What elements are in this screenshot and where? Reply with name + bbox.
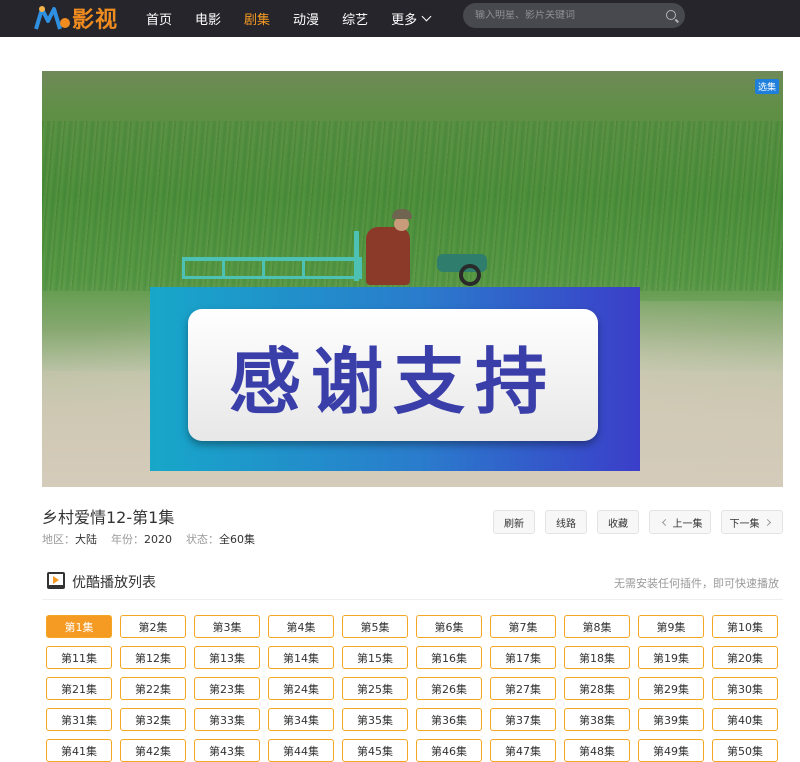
episode-button[interactable]: 第42集 [120,739,186,762]
nav-item-5[interactable]: 更多 [391,9,432,28]
search-box [463,3,685,28]
episode-button[interactable]: 第30集 [712,677,778,700]
logo-icon [34,6,70,30]
episode-button[interactable]: 第25集 [342,677,408,700]
thanks-text: 感谢支持 [228,339,557,424]
video-meta: 地区：大陆 年份：2020 状态：全60集 [42,531,269,547]
episode-button[interactable]: 第50集 [712,739,778,762]
meta-year: 年份：2020 [111,533,172,546]
episode-button[interactable]: 第27集 [490,677,556,700]
episode-button[interactable]: 第26集 [416,677,482,700]
nav-item-2[interactable]: 剧集 [244,9,270,28]
thanks-overlay: 感谢支持 [150,287,640,471]
meta-region: 地区：大陆 [42,533,97,546]
episode-button[interactable]: 第40集 [712,708,778,731]
episode-button[interactable]: 第19集 [638,646,704,669]
playlist-header: 优酷播放列表 无需安装任何插件，即可快速播放 [42,570,783,600]
top-navbar: 影视 首页 电影 剧集 动漫 综艺 更多 [0,0,800,37]
search-icon[interactable] [666,10,676,20]
episode-button[interactable]: 第22集 [120,677,186,700]
select-episode-button[interactable]: 选集 [754,79,779,94]
episode-button[interactable]: 第46集 [416,739,482,762]
nav-item-3[interactable]: 动漫 [293,9,319,28]
episode-button[interactable]: 第2集 [120,615,186,638]
episode-button[interactable]: 第37集 [490,708,556,731]
nav-item-1[interactable]: 电影 [195,9,221,28]
meta-status: 状态：全60集 [186,533,255,546]
episode-button[interactable]: 第18集 [564,646,630,669]
nav-item-label: 综艺 [342,13,369,28]
video-frame-motorbike [437,236,492,286]
playlist-icon [47,572,65,589]
playlist-note: 无需安装任何插件，即可快速播放 [614,577,779,590]
chevron-right-icon [763,518,771,526]
nav-item-label: 剧集 [244,13,271,28]
video-frame-rider [364,209,414,289]
episode-button[interactable]: 第28集 [564,677,630,700]
episode-button[interactable]: 第41集 [46,739,112,762]
episode-button[interactable]: 第32集 [120,708,186,731]
nav-item-label: 电影 [195,13,222,28]
episode-button[interactable]: 第11集 [46,646,112,669]
episode-button[interactable]: 第23集 [194,677,260,700]
prev-episode-button[interactable]: 上一集 [649,510,711,534]
episode-button[interactable]: 第36集 [416,708,482,731]
episode-button[interactable]: 第21集 [46,677,112,700]
refresh-button[interactable]: 刷新 [493,510,535,534]
episode-button[interactable]: 第13集 [194,646,260,669]
player-actions: 刷新 线路 收藏 上一集 下一集 [493,510,783,534]
video-player[interactable]: 感谢支持 选集 [42,71,783,487]
chevron-left-icon [661,518,669,526]
search-input[interactable] [475,10,655,21]
episode-button[interactable]: 第39集 [638,708,704,731]
episode-button[interactable]: 第5集 [342,615,408,638]
episode-button[interactable]: 第20集 [712,646,778,669]
episode-button[interactable]: 第10集 [712,615,778,638]
main-nav: 首页 电影 剧集 动漫 综艺 更多 [146,0,453,37]
episode-button[interactable]: 第35集 [342,708,408,731]
episode-button[interactable]: 第24集 [268,677,334,700]
episode-button[interactable]: 第38集 [564,708,630,731]
episode-button[interactable]: 第4集 [268,615,334,638]
episode-button[interactable]: 第43集 [194,739,260,762]
episode-button[interactable]: 第45集 [342,739,408,762]
chevron-down-icon [421,11,432,22]
video-title: 乡村爱情12-第1集 [42,508,175,527]
episode-button[interactable]: 第34集 [268,708,334,731]
episode-button[interactable]: 第1集 [46,615,112,638]
episode-button[interactable]: 第17集 [490,646,556,669]
episode-button[interactable]: 第49集 [638,739,704,762]
playlist-title: 优酷播放列表 [72,575,156,591]
episode-button[interactable]: 第31集 [46,708,112,731]
episode-button[interactable]: 第16集 [416,646,482,669]
episode-button[interactable]: 第47集 [490,739,556,762]
favorite-button[interactable]: 收藏 [597,510,639,534]
episode-button[interactable]: 第6集 [416,615,482,638]
episode-button[interactable]: 第15集 [342,646,408,669]
nav-item-0[interactable]: 首页 [146,9,172,28]
logo-text: 影视 [72,8,119,33]
route-button[interactable]: 线路 [545,510,587,534]
episode-button[interactable]: 第8集 [564,615,630,638]
nav-item-label: 动漫 [293,13,320,28]
episode-button[interactable]: 第33集 [194,708,260,731]
video-frame-cart [182,231,372,287]
nav-item-label: 更多 [391,13,418,28]
episode-button[interactable]: 第12集 [120,646,186,669]
episode-button[interactable]: 第44集 [268,739,334,762]
episode-button[interactable]: 第48集 [564,739,630,762]
episode-button[interactable]: 第3集 [194,615,260,638]
site-logo[interactable]: 影视 [34,3,126,33]
nav-item-4[interactable]: 综艺 [342,9,368,28]
episode-button[interactable]: 第9集 [638,615,704,638]
episode-button[interactable]: 第7集 [490,615,556,638]
thanks-card: 感谢支持 [188,309,598,441]
episode-grid: 第1集 第2集 第3集 第4集 第5集 第6集 第7集 第8集 第9集 第10集 第11集 第12集第… [46,615,786,762]
nav-item-label: 首页 [146,13,173,28]
next-episode-button[interactable]: 下一集 [721,510,783,534]
episode-button[interactable]: 第14集 [268,646,334,669]
episode-button[interactable]: 第29集 [638,677,704,700]
